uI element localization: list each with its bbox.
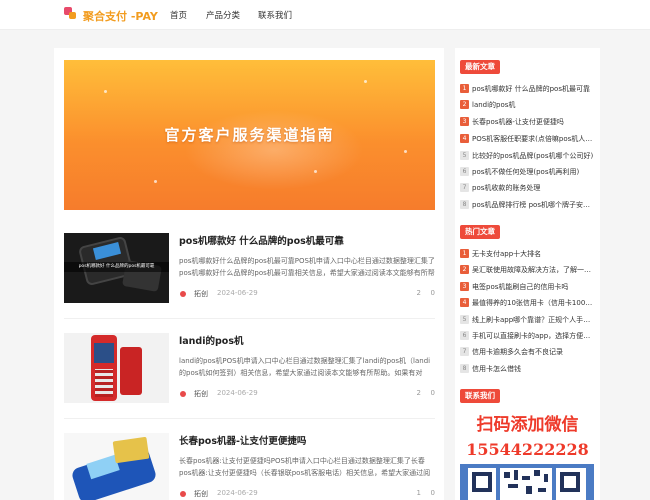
hot-article-link[interactable]: 8 信用卡怎么借钱 bbox=[460, 363, 595, 375]
article-meta: 拓创 2024-06-29 2 0 bbox=[179, 389, 435, 399]
latest-articles-heading: 最新文章 bbox=[460, 60, 500, 74]
hot-article-link[interactable]: 5线上刷卡app哪个靠谱？正规个人手机刷卡app bbox=[460, 314, 595, 326]
latest-article-link[interactable]: 1 pos机哪款好 什么品牌的pos机最可靠 bbox=[460, 83, 595, 95]
latest-article-link[interactable]: 3 长春pos机器-让支付更便捷吗 bbox=[460, 116, 595, 128]
article-meta: 拓创 2024-06-29 2 0 bbox=[179, 289, 435, 299]
article-item[interactable]: pos机哪款好 什么品牌的pos机最可靠 pos机哪款好 什么品牌的pos机最可… bbox=[64, 233, 435, 321]
latest-article-link[interactable]: 8 pos机品牌排行榜 pos机哪个牌子安全可靠 bbox=[460, 199, 595, 211]
article-thumbnail[interactable] bbox=[64, 433, 169, 500]
article-thumbnail[interactable] bbox=[64, 333, 169, 403]
article-thumbnail[interactable]: pos机哪款好 什么品牌的pos机最可靠 bbox=[64, 233, 169, 303]
divider bbox=[64, 418, 435, 419]
article-summary: landi的pos机POS机申请入口中心栏目通过数据整理汇集了landi的pos… bbox=[179, 357, 431, 377]
article-meta: 拓创 2024-06-29 1 0 bbox=[179, 489, 435, 499]
hot-article-link[interactable]: 2 吴汇联使用故障及解决方法，了解一下吧 bbox=[460, 264, 595, 276]
article-item[interactable]: 长春pos机器-让支付更便捷吗 长春pos机器:让支付更便捷吗POS机申请入口中… bbox=[64, 433, 435, 500]
article-date: 2024-06-29 bbox=[217, 289, 258, 297]
contact-phone[interactable]: 15544222228 bbox=[460, 440, 595, 459]
article-author[interactable]: 拓创 bbox=[194, 389, 208, 399]
article-item[interactable]: landi的pos机 landi的pos机POS机申请入口中心栏目通过数据整理汇… bbox=[64, 333, 435, 421]
comment-count: 0 bbox=[430, 389, 435, 397]
hot-article-link[interactable]: 6 手机可以直接刷卡的app，选择方便快捷 bbox=[460, 330, 595, 342]
banner-image[interactable]: 官方客户服务渠道指南 bbox=[64, 60, 435, 210]
top-header: 聚合支付 -PAY 首页 产品分类 联系我们 bbox=[0, 0, 650, 30]
article-title[interactable]: pos机哪款好 什么品牌的pos机最可靠 bbox=[179, 233, 344, 247]
article-title[interactable]: 长春pos机器-让支付更便捷吗 bbox=[179, 433, 306, 447]
latest-article-link[interactable]: 4POS机客服任职要求(点倍嘛pos机人工客服电话) bbox=[460, 133, 595, 145]
brand-logo-icon[interactable] bbox=[64, 7, 76, 21]
nav-home[interactable]: 首页 bbox=[170, 9, 187, 21]
comment-count: 0 bbox=[430, 489, 435, 497]
thumbnail-caption: pos机哪款好 什么品牌的pos机最可靠 bbox=[64, 262, 169, 272]
latest-article-link[interactable]: 7 pos机收款的账务处理 bbox=[460, 182, 595, 194]
latest-article-link[interactable]: 2 landi的pos机 bbox=[460, 99, 595, 111]
contact-heading: 联系我们 bbox=[460, 389, 500, 403]
article-summary: 长春pos机器:让支付更便捷吗POS机申请入口中心栏目通过数据整理汇集了长春po… bbox=[179, 457, 431, 477]
article-author[interactable]: 拓创 bbox=[194, 289, 208, 299]
brand-name[interactable]: 聚合支付 -PAY bbox=[83, 8, 158, 24]
hot-article-link[interactable]: 3 电签pos机能刷自己的信用卡吗 bbox=[460, 281, 595, 293]
banner-title: 官方客户服务渠道指南 bbox=[164, 126, 335, 144]
hot-articles-heading: 热门文章 bbox=[460, 225, 500, 239]
author-icon bbox=[180, 291, 186, 297]
nav-contact[interactable]: 联系我们 bbox=[258, 9, 292, 21]
wechat-qr-code-icon bbox=[460, 464, 594, 500]
nav-products[interactable]: 产品分类 bbox=[206, 9, 240, 21]
article-date: 2024-06-29 bbox=[217, 389, 258, 397]
article-author[interactable]: 拓创 bbox=[194, 489, 208, 499]
hot-article-link[interactable]: 4最值得养的10张信用卡（信用卡1000额度怎么提额） bbox=[460, 297, 595, 309]
wechat-scan-text: 扫码添加微信 bbox=[476, 415, 579, 435]
view-count: 1 bbox=[416, 489, 421, 497]
hot-article-link[interactable]: 7 信用卡逾期多久会有不良记录 bbox=[460, 346, 595, 358]
article-title[interactable]: landi的pos机 bbox=[179, 333, 243, 347]
author-icon bbox=[180, 491, 186, 497]
divider bbox=[64, 318, 435, 319]
latest-article-link[interactable]: 6 pos机不做任何处理(pos机再利用) bbox=[460, 166, 595, 178]
latest-article-link[interactable]: 5 比较好的pos机品牌(pos机哪个公司好) bbox=[460, 150, 595, 162]
article-date: 2024-06-29 bbox=[217, 489, 258, 497]
comment-count: 0 bbox=[430, 289, 435, 297]
view-count: 2 bbox=[416, 389, 421, 397]
view-count: 2 bbox=[416, 289, 421, 297]
article-summary: pos机哪款好什么品牌的pos机最可靠POS机申请入口中心栏目通过数据整理汇集了… bbox=[179, 257, 435, 277]
hot-article-link[interactable]: 1 无卡支付app十大排名 bbox=[460, 248, 595, 260]
author-icon bbox=[180, 391, 186, 397]
